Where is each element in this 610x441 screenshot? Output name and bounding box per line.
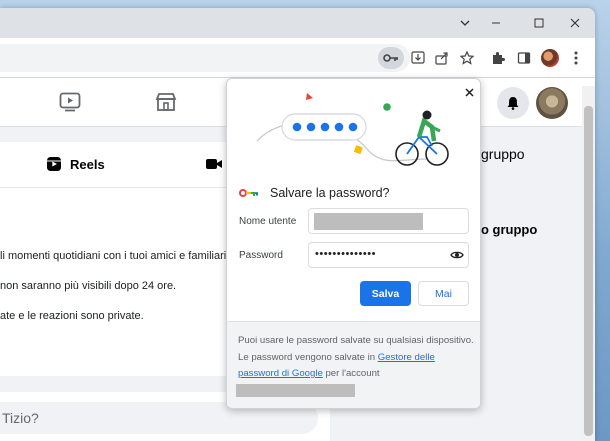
eye-icon[interactable] [450,248,464,262]
marketplace-icon[interactable] [155,92,177,117]
video-camera-icon[interactable] [205,157,223,176]
profile-avatar[interactable] [541,49,559,67]
never-button[interactable]: Mai [418,281,469,306]
password-illustration [256,93,449,166]
watch-video-icon[interactable] [59,92,81,117]
more-menu-icon[interactable] [566,48,586,68]
account-avatar[interactable] [536,87,568,119]
minimize-button[interactable] [478,12,514,34]
story-info-line-2: non saranno più visibili dopo 24 ore. [0,280,177,292]
tab-reels-label: Reels [70,156,105,172]
username-value-redacted [314,213,423,230]
notifications-bell-button[interactable] [497,87,529,119]
password-value: •••••••••••••• [315,248,376,260]
google-key-icon [239,189,258,197]
install-app-icon[interactable] [408,48,428,68]
close-window-button[interactable] [557,12,593,34]
right-column-heading: gruppo [481,146,525,162]
save-button[interactable]: Salva [360,281,411,306]
save-password-dialog: Salvare la password? Nome utente Passwor… [226,78,481,409]
username-label: Nome utente [239,216,297,227]
dialog-footer: Puoi usare le password salvate su qualsi… [227,321,480,408]
account-email-redacted [236,384,355,397]
reels-icon [47,157,61,171]
tab-reels[interactable]: Reels [46,156,105,172]
footer-text-2: per l'account [325,368,380,379]
password-label: Password [239,250,283,261]
title-bar [0,8,595,38]
dialog-title: Salvare la password? [270,186,390,200]
extensions-puzzle-icon[interactable] [488,48,508,68]
address-bar[interactable] [0,44,410,72]
story-info-line-1: li momenti quotidiani con i tuoi amici e… [0,250,230,262]
footer-info: Puoi usare le password salvate su qualsi… [238,333,474,383]
share-icon[interactable] [432,48,452,68]
bookmark-star-icon[interactable] [457,48,477,68]
side-panel-icon[interactable] [514,48,534,68]
page-scrollbar[interactable] [582,86,595,441]
footer-text-1: Puoi usare le password salvate su qualsi… [238,335,474,363]
password-field[interactable]: •••••••••••••• [308,242,469,268]
close-icon[interactable] [460,83,478,101]
password-key-icon[interactable] [378,47,404,69]
scrollbar-thumb[interactable] [584,106,593,436]
create-group-link[interactable]: o gruppo [481,222,537,237]
username-field[interactable] [308,208,469,234]
browser-window: Reels li momenti quotidiani con i tuoi a… [0,8,595,441]
story-info-line-3: ate e le reazioni sono private. [0,310,144,322]
maximize-button[interactable] [521,12,557,34]
browser-toolbar [0,38,595,78]
